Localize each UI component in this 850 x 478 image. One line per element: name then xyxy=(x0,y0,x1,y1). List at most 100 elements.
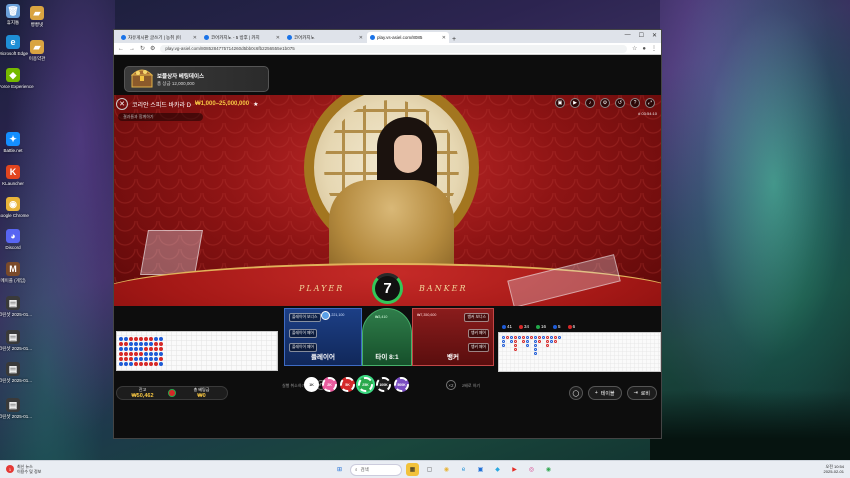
youtube-icon[interactable]: ▶ xyxy=(508,463,521,476)
double-bet-icon[interactable]: ×2 xyxy=(446,380,456,390)
battlenet-icon[interactable]: ✦ Battle.net xyxy=(0,132,26,153)
chat-bubble-icon[interactable]: ◯ xyxy=(568,386,583,400)
browser-tab[interactable]: 코어카지노 - 5 방후 | 카지 ✕ xyxy=(201,32,283,43)
window-controls: — ☐ ✕ xyxy=(625,32,657,39)
screenshot-icon-2[interactable]: ▤스크린샷 2025-01... xyxy=(0,330,32,352)
bead-result xyxy=(134,352,138,356)
history-icon[interactable]: ↺ xyxy=(615,98,625,108)
profile-icon[interactable]: ● xyxy=(642,46,646,52)
chrome-taskbar-icon[interactable]: ◉ xyxy=(440,463,453,476)
lobby-button[interactable]: ⇥ 로비 xyxy=(626,386,657,400)
tables-button[interactable]: + 테이블 xyxy=(587,386,622,400)
menu-icon[interactable]: ⋮ xyxy=(651,45,657,52)
chip-25k[interactable]: 25K xyxy=(358,377,373,392)
bottom-right-controls: ◯ + 테이블 ⇥ 로비 xyxy=(568,386,657,400)
photos-icon[interactable]: ◆ xyxy=(491,463,504,476)
bead-result xyxy=(139,352,143,356)
microsoft-edge-icon[interactable]: e Microsoft Edge xyxy=(0,35,28,56)
desktop-icon-label: GeForce Experience xyxy=(0,84,34,89)
banker-bonus-label[interactable]: 뱅커 보너스 xyxy=(464,313,489,322)
task-view-icon[interactable]: ▦ xyxy=(406,463,419,476)
geforce-icon[interactable]: ◆GeForce Experience xyxy=(0,68,34,89)
bead-result xyxy=(124,347,128,351)
player-pair-bet[interactable]: 플레이어 페어 xyxy=(289,329,318,338)
close-tab-icon[interactable]: ✕ xyxy=(193,35,197,41)
browser-tab[interactable]: 자유게시판 글쓰기 | 농취 |이 ✕ xyxy=(118,32,200,43)
fullscreen-icon[interactable]: ⤢ xyxy=(645,98,655,108)
close-tab-icon[interactable]: ✕ xyxy=(276,35,280,41)
close-window-icon[interactable]: ✕ xyxy=(652,32,657,39)
chat-icon[interactable]: ▣ xyxy=(555,98,565,108)
banker-bet-area[interactable]: 뱅커 보너스 ₩7,350,600 뱅커 페어 뱅커 페어 뱅커 xyxy=(412,308,494,366)
chip-500k[interactable]: 500K xyxy=(394,377,409,392)
forward-icon[interactable]: → xyxy=(129,46,135,52)
chip-2k[interactable]: 2K xyxy=(322,377,337,392)
chip-5k[interactable]: 5K xyxy=(340,377,355,392)
player-avatar xyxy=(321,311,330,320)
chip-100k[interactable]: 100K xyxy=(376,377,391,392)
game-icon-1[interactable]: M 메이플 (게임) xyxy=(0,262,26,284)
bigroad-result xyxy=(538,340,541,343)
chrome-active-icon[interactable]: ◉ xyxy=(542,463,555,476)
screenshot-icon-4[interactable]: ▤스크린샷 2025-01... xyxy=(0,398,32,420)
player-bonus-label[interactable]: 플레이어 보너스 xyxy=(289,313,321,322)
sound-icon[interactable]: ♪ xyxy=(585,98,595,108)
stat-count: 5 xyxy=(553,324,561,329)
player-bet-area[interactable]: 플레이어 보너스 ₩4,221,100 플레이어 페어 플레이어 페어 플레이어 xyxy=(284,308,362,366)
promo-banner[interactable]: 보물상자 베팅데이스 총 상금 12,000,000 xyxy=(124,66,269,92)
table-banker-text: BANKER xyxy=(419,284,468,293)
minimize-icon[interactable]: — xyxy=(625,32,631,39)
bead-result xyxy=(144,357,148,361)
history-search[interactable]: 결과들과 함께하기 xyxy=(118,113,203,121)
bead-result xyxy=(159,342,163,346)
start-icon[interactable]: ⊞ xyxy=(333,463,346,476)
close-tab-icon[interactable]: ✕ xyxy=(359,35,363,41)
recycle-bin-icon[interactable]: 🗑 휴지통 xyxy=(0,4,26,26)
live-video: PLAYER BANKER 7 ✕ 코리안 스피드 바카라 D ₩1,000–2… xyxy=(114,95,661,306)
folder-icon-2[interactable]: ▰ 이용약관 xyxy=(24,40,50,62)
folder-icon-1[interactable]: ▰ 빵빵넷 xyxy=(24,6,50,28)
screenshot-icon-1[interactable]: ▤스크린샷 2025-01... xyxy=(0,296,32,318)
store-icon[interactable]: ▣ xyxy=(474,463,487,476)
bead-result xyxy=(144,362,148,366)
desktop-icon-label: 스크린샷 2025-01... xyxy=(0,378,33,383)
klauncher-icon[interactable]: K KLauncher xyxy=(0,165,26,186)
desktop-icon-label: 스크린샷 2025-01... xyxy=(0,346,33,351)
bookmark-star-icon[interactable]: ☆ xyxy=(632,45,637,52)
help-icon[interactable]: ? xyxy=(630,98,640,108)
maximize-icon[interactable]: ☐ xyxy=(639,32,644,39)
close-tab-icon[interactable]: ✕ xyxy=(442,35,446,41)
favorite-star-icon[interactable]: ★ xyxy=(253,101,258,108)
total-bet-value: ₩0 xyxy=(197,393,206,399)
double-label: 2배로 하기 xyxy=(462,383,481,388)
close-game-icon[interactable]: ✕ xyxy=(116,98,128,110)
file-explorer-icon[interactable]: ▢ xyxy=(423,463,436,476)
reload-icon[interactable]: ↻ xyxy=(140,45,145,52)
desktop-icon-label: Battle.net xyxy=(3,148,23,153)
discord-icon[interactable]: ◕ Discord xyxy=(0,229,26,250)
bead-result xyxy=(159,357,163,361)
tie-bet-area[interactable]: ₩3,410 타이 8:1 xyxy=(362,308,412,366)
browser-tab[interactable]: 코어카지노 ✕ xyxy=(284,32,366,43)
browser-window: 자유게시판 글쓰기 | 농취 |이 ✕ 코어카지노 - 5 방후 | 카지 ✕ 코어카지… xyxy=(113,29,662,439)
edge-taskbar-icon[interactable]: e xyxy=(457,463,470,476)
back-icon[interactable]: ← xyxy=(118,46,124,52)
screenshot-icon-3[interactable]: ▤스크린샷 2025-01... xyxy=(0,362,32,384)
browser-tab[interactable]: play.vs-asiel.com/8085 ✕ xyxy=(367,32,449,43)
url-field[interactable]: play.vg-asiel.com/8085284775714260d5bb0c… xyxy=(160,44,627,53)
result-stats: 41 34 16 5 6 xyxy=(498,322,661,331)
bead-result xyxy=(119,337,123,341)
video-icon[interactable]: ▶ xyxy=(570,98,580,108)
settings-icon[interactable]: ⚙ xyxy=(600,98,610,108)
chip-1k[interactable]: 1K xyxy=(304,377,319,392)
desktop-icon-label: Google Chrome xyxy=(0,213,29,218)
app-icon[interactable]: ◎ xyxy=(525,463,538,476)
news-widget[interactable]: 1 최신 뉴스 이용수 및 정보 xyxy=(6,464,41,474)
clock[interactable]: 오전 10:54 2025-02-01 xyxy=(824,464,844,474)
taskbar-search[interactable]: ⌕ 검색 xyxy=(350,463,402,476)
site-info-icon[interactable]: ⚙ xyxy=(150,45,155,52)
banker-pair-bet[interactable]: 뱅커 페어 xyxy=(467,329,489,338)
google-chrome-icon[interactable]: ◉ Google Chrome xyxy=(0,197,29,218)
new-tab-button[interactable]: + xyxy=(449,36,459,43)
bead-result xyxy=(139,347,143,351)
